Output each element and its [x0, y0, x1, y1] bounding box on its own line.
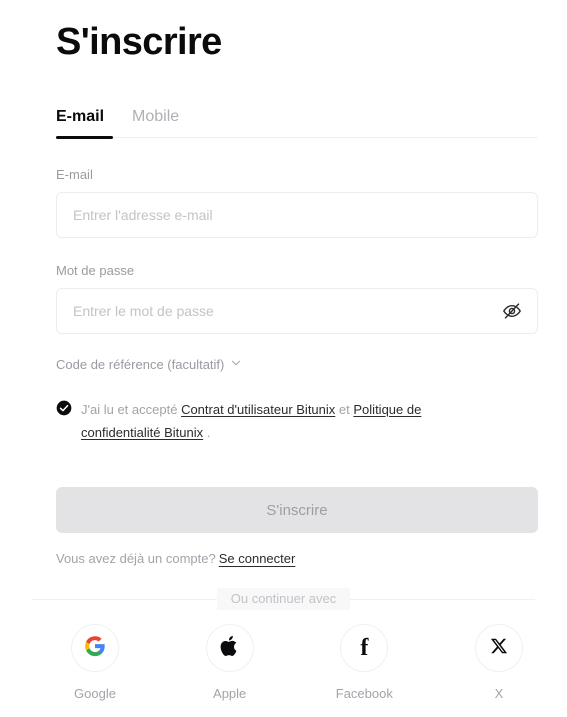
social-label-apple: Apple	[213, 686, 247, 701]
referral-code-label: Code de référence (facultatif)	[56, 357, 225, 372]
social-login-apple: Apple	[191, 624, 269, 703]
apple-icon	[219, 634, 240, 663]
password-input[interactable]	[57, 289, 537, 333]
agreement-row: J'ai lu et accepté Contrat d'utilisateur…	[56, 398, 476, 444]
social-label-google: Google	[74, 686, 116, 701]
password-label: Mot de passe	[56, 263, 135, 278]
divider-line-left	[32, 598, 217, 600]
signup-submit-button[interactable]: S'inscrire	[56, 487, 538, 533]
signup-page: S'inscrire E-mail Mobile E-mail Mot de p…	[0, 0, 567, 717]
x-login-button[interactable]	[474, 624, 523, 672]
page-title: S'inscrire	[56, 21, 222, 63]
login-link[interactable]: Se connecter	[219, 551, 296, 566]
social-label-facebook: Facebook	[335, 686, 393, 701]
agreement-text: J'ai lu et accepté Contrat d'utilisateur…	[81, 398, 476, 444]
social-divider: Ou continuer avec	[32, 588, 536, 610]
email-input[interactable]	[57, 193, 537, 237]
google-login-button[interactable]	[71, 624, 119, 672]
facebook-icon: f	[360, 635, 369, 661]
divider-line-right	[350, 598, 536, 600]
social-login-google: Google	[56, 624, 134, 703]
social-label-x: X	[494, 686, 504, 701]
social-login-row: Google Apple f Facebook X	[56, 624, 538, 703]
auth-method-tabs: E-mail Mobile	[56, 106, 538, 139]
tab-mobile[interactable]: Mobile	[132, 106, 179, 137]
password-input-wrapper[interactable]	[56, 288, 538, 334]
tab-email[interactable]: E-mail	[56, 106, 104, 137]
social-login-facebook: f Facebook	[325, 624, 403, 703]
email-input-wrapper[interactable]	[56, 192, 538, 238]
check-circle-filled-icon[interactable]	[56, 400, 72, 416]
social-login-x: X	[460, 624, 538, 703]
agreement-conjunction: et	[338, 402, 350, 417]
login-prompt-text: Vous avez déjà un compte?	[56, 551, 216, 566]
facebook-login-button[interactable]: f	[340, 624, 389, 672]
divider-label: Ou continuer avec	[216, 588, 351, 610]
tab-active-indicator	[56, 136, 113, 139]
agreement-prefix: J'ai lu et accepté	[81, 402, 178, 417]
x-twitter-icon	[490, 637, 508, 660]
google-icon	[84, 635, 106, 662]
email-label: E-mail	[56, 167, 93, 182]
login-prompt: Vous avez déjà un compte? Se connecter	[56, 550, 295, 568]
chevron-down-icon	[230, 356, 242, 374]
password-field-group: Mot de passe	[56, 262, 538, 334]
user-agreement-link[interactable]: Contrat d'utilisateur Bitunix	[181, 402, 335, 417]
agreement-suffix: .	[206, 425, 211, 440]
eye-off-icon[interactable]	[501, 300, 523, 322]
apple-login-button[interactable]	[205, 624, 254, 672]
referral-code-toggle[interactable]: Code de référence (facultatif)	[56, 356, 242, 374]
tabs-baseline	[56, 136, 538, 139]
email-field-group: E-mail	[56, 166, 538, 238]
